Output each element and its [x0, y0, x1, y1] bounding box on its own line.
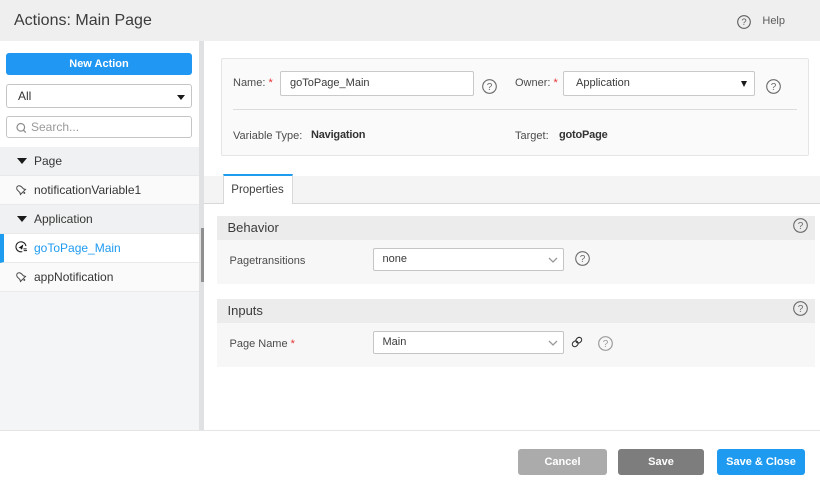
svg-text:?: ? [741, 17, 746, 28]
svg-text:?: ? [579, 254, 585, 265]
svg-text:?: ? [602, 339, 608, 350]
svg-text:?: ? [797, 304, 803, 315]
svg-text:?: ? [771, 82, 777, 93]
svg-text:?: ? [487, 82, 493, 93]
svg-text:?: ? [797, 221, 803, 232]
